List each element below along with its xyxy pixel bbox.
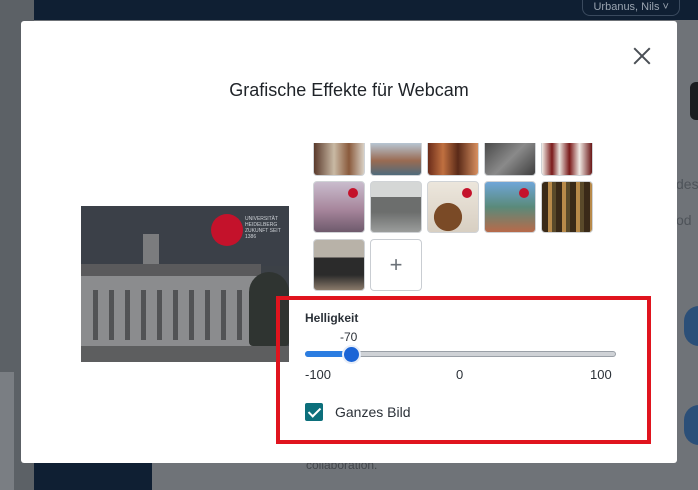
university-logo (211, 214, 243, 246)
background-text: od (676, 212, 692, 228)
background-thumbnail[interactable] (313, 143, 365, 176)
dialog-title: Grafische Effekte für Webcam (229, 80, 469, 100)
slider-min-label: -100 (305, 367, 332, 382)
slider-mid-label: 0 (456, 367, 464, 382)
background-top-bar: Urbanus, Nils ˅ (34, 0, 698, 20)
user-menu[interactable]: Urbanus, Nils ˅ (582, 0, 680, 16)
background-thumbnail[interactable] (313, 181, 365, 233)
preview-tower (143, 234, 159, 266)
brightness-slider-handle[interactable] (342, 345, 362, 364)
webcam-preview: UNIVERSITÄT HEIDELBERG ZUKUNFT SEIT 1386 (81, 206, 289, 362)
background-thumbnail[interactable] (484, 143, 536, 176)
selection-dot (519, 188, 529, 198)
whole-image-label[interactable]: Ganzes Bild (335, 404, 410, 420)
background-thumbnail[interactable] (313, 239, 365, 291)
whole-image-checkbox[interactable] (305, 403, 323, 421)
preview-ground (81, 346, 289, 362)
university-logo-text: UNIVERSITÄT HEIDELBERG ZUKUNFT SEIT 1386 (245, 216, 281, 240)
background-thumbnail[interactable] (541, 181, 593, 233)
brightness-value: -70 (340, 330, 358, 344)
preview-windows (87, 290, 257, 340)
selection-dot (462, 188, 472, 198)
background-thumbnail[interactable] (427, 143, 479, 176)
background-panel (0, 372, 14, 490)
background-text: des (676, 176, 698, 192)
brightness-label: Helligkeit (305, 311, 359, 325)
background-thumbnail[interactable] (427, 181, 479, 233)
slider-max-label: 100 (590, 367, 612, 382)
close-icon[interactable] (630, 44, 654, 68)
add-background-button[interactable]: + (370, 239, 422, 291)
selection-dot (348, 188, 358, 198)
background-thumbnail[interactable] (541, 143, 593, 176)
background-thumbnail[interactable] (484, 181, 536, 233)
background-avatar (684, 405, 698, 445)
background-avatar (684, 306, 698, 346)
background-thumbnail[interactable] (370, 181, 422, 233)
background-thumbnail[interactable] (370, 143, 422, 176)
